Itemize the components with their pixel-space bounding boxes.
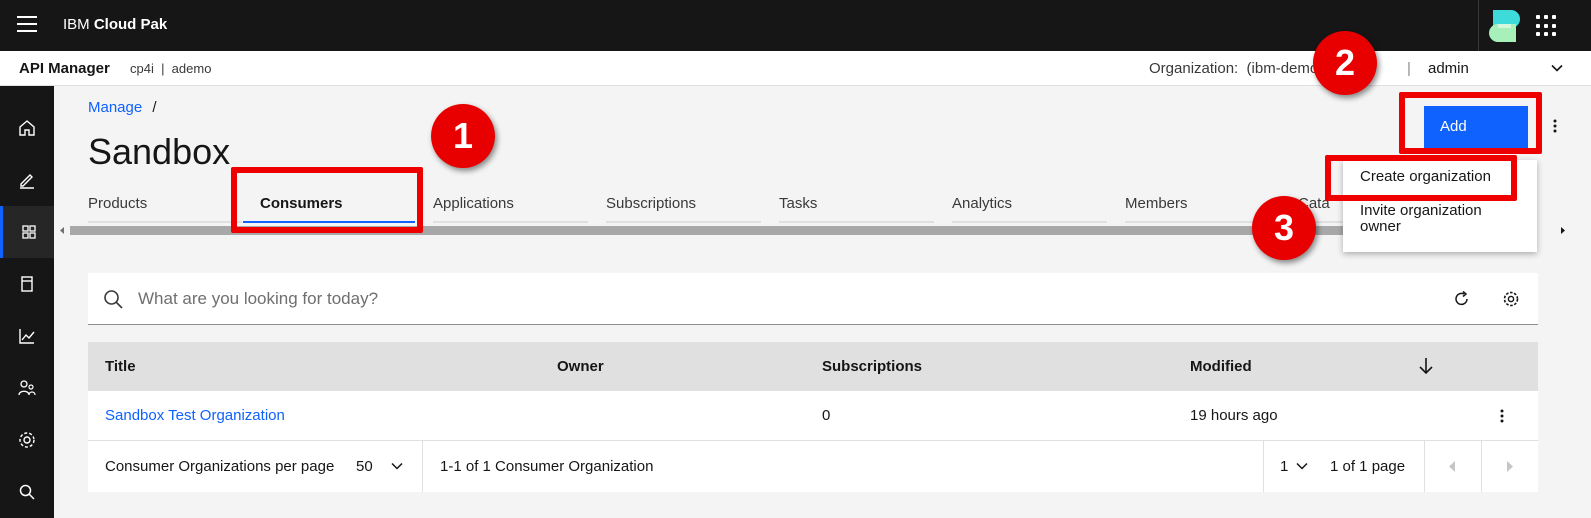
search-icon [104, 290, 123, 309]
home-icon [19, 120, 35, 136]
header-title[interactable]: Title [105, 358, 136, 375]
table-header: Title Owner Subscriptions Modified [88, 342, 1538, 391]
nav-search[interactable] [0, 466, 54, 518]
caret-right-icon[interactable] [1559, 226, 1567, 235]
pager-divider [422, 441, 423, 492]
header-separator: | [1407, 60, 1411, 77]
manage-icon [21, 225, 36, 239]
pager-divider [1481, 441, 1482, 492]
callout-add-button [1399, 92, 1542, 154]
brand-prefix: IBM [63, 16, 90, 33]
overflow-icon[interactable] [1500, 409, 1504, 423]
row-subscriptions: 0 [822, 407, 831, 424]
tab-products[interactable]: Products [88, 189, 242, 223]
nav-analytics[interactable] [0, 310, 54, 362]
search-input[interactable] [138, 286, 1418, 312]
edit-icon [20, 174, 34, 189]
settings-icon [19, 432, 35, 448]
overflow-icon[interactable] [1553, 119, 1557, 138]
search-icon [19, 484, 35, 500]
pager-divider [1424, 441, 1425, 492]
breadcrumb-manage-link[interactable]: Manage [88, 99, 142, 116]
gear-icon[interactable] [1502, 290, 1520, 308]
row-modified: 19 hours ago [1190, 407, 1278, 424]
step-badge-1: 1 [431, 104, 495, 168]
callout-consumers-tab [231, 167, 423, 233]
per-page-select[interactable]: 50 [356, 458, 373, 475]
header-modified[interactable]: Modified [1190, 358, 1252, 375]
sort-down-icon[interactable] [1418, 357, 1434, 375]
app-switcher-icon[interactable] [1536, 15, 1558, 37]
header-owner[interactable]: Owner [557, 358, 604, 375]
step-badge-3: 3 [1252, 196, 1316, 260]
side-navigation [0, 86, 54, 518]
tab-analytics[interactable]: Analytics [952, 189, 1107, 223]
organization-label: Organization: (ibm-demo) [1149, 60, 1324, 77]
per-page-label: Consumer Organizations per page [105, 458, 335, 475]
product-brand[interactable]: IBM Cloud Pak [63, 16, 167, 33]
app-name: API Manager [19, 60, 110, 77]
catalog-icon [21, 276, 33, 292]
nav-manage[interactable] [0, 206, 54, 258]
page-select[interactable]: 1 [1280, 458, 1288, 475]
search-bar [88, 273, 1538, 325]
invite-organization-owner-item[interactable]: Invite organization owner [1360, 203, 1520, 235]
members-icon [18, 380, 36, 396]
row-title-link[interactable]: Sandbox Test Organization [105, 407, 285, 424]
chevron-down-icon[interactable] [1550, 61, 1564, 80]
nav-develop[interactable] [0, 154, 54, 206]
chevron-down-icon[interactable] [390, 460, 404, 472]
pagination: Consumer Organizations per page 50 1-1 o… [88, 441, 1538, 492]
context-path: cp4i | ademo [130, 61, 212, 76]
nav-home[interactable] [0, 102, 54, 154]
callout-create-organization [1325, 155, 1517, 201]
refresh-icon[interactable] [1453, 290, 1471, 308]
pager-divider [1263, 441, 1264, 492]
tab-tasks[interactable]: Tasks [779, 189, 934, 223]
step-badge-2: 2 [1313, 31, 1377, 95]
chevron-down-icon[interactable] [1295, 460, 1309, 472]
pager-page-text: 1 of 1 page [1330, 458, 1406, 475]
table-row[interactable]: Sandbox Test Organization 0 19 hours ago [88, 391, 1538, 441]
caret-right-icon[interactable] [1505, 460, 1515, 473]
tab-subscriptions[interactable]: Subscriptions [606, 189, 761, 223]
cloud-pak-logo-icon[interactable] [1478, 0, 1529, 51]
nav-catalog[interactable] [0, 258, 54, 310]
menu-icon[interactable] [17, 16, 37, 34]
header-subscriptions[interactable]: Subscriptions [822, 358, 922, 375]
pager-range-text: 1-1 of 1 Consumer Organization [440, 458, 654, 475]
analytics-icon [19, 329, 35, 344]
breadcrumb: Manage / [88, 99, 157, 116]
nav-settings[interactable] [0, 414, 54, 466]
caret-left-icon[interactable] [1447, 460, 1457, 473]
breadcrumb-separator: / [152, 99, 157, 116]
consumers-table: Title Owner Subscriptions Modified Sandb… [88, 342, 1538, 492]
page-title: Sandbox [88, 131, 231, 172]
search-actions [1438, 273, 1538, 324]
user-menu[interactable]: admin [1428, 60, 1469, 77]
brand-name: Cloud Pak [93, 16, 168, 33]
tab-applications[interactable]: Applications [433, 189, 588, 223]
nav-members[interactable] [0, 362, 54, 414]
caret-left-icon[interactable] [58, 226, 66, 235]
